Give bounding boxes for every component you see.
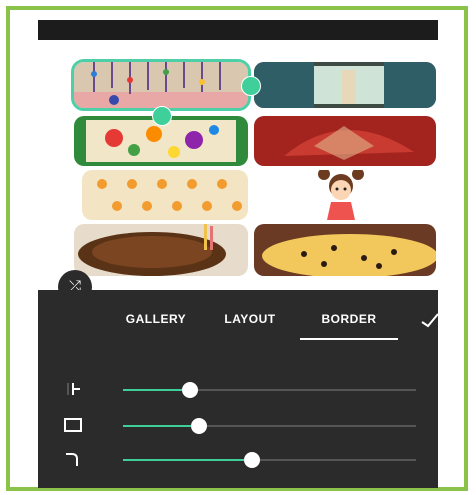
tab-bar: GALLERY LAYOUT BORDER xyxy=(38,290,438,346)
border-slider-fill xyxy=(123,425,200,427)
photo-red-embroidered-cloth-image xyxy=(254,116,436,166)
border-slider-row xyxy=(38,414,438,438)
resize-handle-vertical[interactable] xyxy=(241,76,261,96)
corner-radius-slider-thumb[interactable] xyxy=(243,452,260,468)
photo-orange-stars-paper-image xyxy=(82,170,248,220)
photo-hanging-beads[interactable] xyxy=(71,59,251,111)
border-slider[interactable] xyxy=(123,418,416,434)
spacing-icon xyxy=(62,378,84,400)
corner-radius-slider-row xyxy=(38,448,438,472)
editor-panel: GALLERY LAYOUT BORDER xyxy=(38,290,438,488)
tab-border[interactable]: BORDER xyxy=(300,310,398,340)
spacing-slider[interactable] xyxy=(123,382,416,398)
photo-curtains-window-image xyxy=(254,62,436,108)
confirm-button[interactable] xyxy=(418,306,438,330)
spacing-slider-row xyxy=(38,378,438,402)
photo-red-embroidered-cloth[interactable] xyxy=(254,116,436,166)
photo-curtains-window[interactable] xyxy=(254,62,436,108)
screenshot-frame: ⤮ GALLERY LAYOUT BORDER xyxy=(6,6,468,491)
photo-pizza[interactable] xyxy=(254,224,436,276)
tab-layout[interactable]: LAYOUT xyxy=(216,310,284,340)
checkmark-icon xyxy=(421,313,438,328)
photo-orange-stars-paper[interactable] xyxy=(82,170,248,220)
photo-chocolate-cake[interactable] xyxy=(74,224,248,276)
border-icon xyxy=(62,414,84,436)
corner-radius-slider[interactable] xyxy=(123,452,416,468)
photo-pizza-image xyxy=(254,224,436,276)
corner-radius-slider-fill xyxy=(123,459,252,461)
photo-chocolate-cake-image xyxy=(74,224,248,276)
status-bar xyxy=(38,20,438,40)
photo-cartoon-girl-image xyxy=(254,170,436,220)
spacing-slider-fill xyxy=(123,389,191,391)
border-slider-thumb[interactable] xyxy=(191,418,208,434)
tab-gallery[interactable]: GALLERY xyxy=(118,310,194,340)
spacing-slider-thumb[interactable] xyxy=(182,382,199,398)
photo-hanging-beads-image xyxy=(74,62,248,108)
resize-handle-horizontal[interactable] xyxy=(152,106,172,126)
phone-screen: ⤮ GALLERY LAYOUT BORDER xyxy=(38,20,438,488)
photo-collage xyxy=(70,59,436,276)
corner-radius-icon xyxy=(62,448,84,470)
photo-cartoon-girl[interactable] xyxy=(254,170,436,220)
